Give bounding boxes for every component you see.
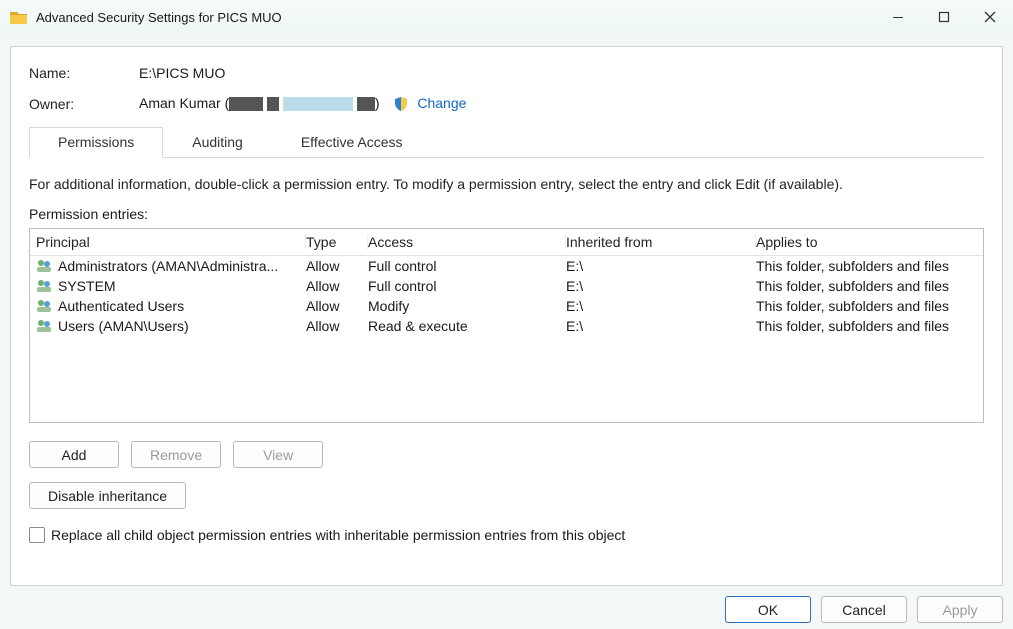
tabs: Permissions Auditing Effective Access bbox=[29, 126, 984, 158]
close-button[interactable] bbox=[967, 0, 1013, 34]
group-icon bbox=[36, 298, 52, 314]
cancel-button[interactable]: Cancel bbox=[821, 596, 907, 623]
principal: SYSTEM bbox=[58, 278, 116, 294]
table-header: Principal Type Access Inherited from App… bbox=[30, 229, 983, 256]
add-button[interactable]: Add bbox=[29, 441, 119, 468]
access: Modify bbox=[368, 298, 566, 314]
view-button[interactable]: View bbox=[233, 441, 323, 468]
minimize-button[interactable] bbox=[875, 0, 921, 34]
inherited: E:\ bbox=[566, 278, 756, 294]
maximize-button[interactable] bbox=[921, 0, 967, 34]
principal: Authenticated Users bbox=[58, 298, 184, 314]
owner-prefix: Aman Kumar ( bbox=[139, 95, 229, 111]
replace-children-label: Replace all child object permission entr… bbox=[51, 527, 625, 543]
col-inherited[interactable]: Inherited from bbox=[566, 234, 756, 250]
remove-button[interactable]: Remove bbox=[131, 441, 221, 468]
tab-effective-access[interactable]: Effective Access bbox=[272, 127, 432, 158]
permission-entries-table: Principal Type Access Inherited from App… bbox=[29, 228, 984, 423]
tab-auditing[interactable]: Auditing bbox=[163, 127, 272, 158]
dialog-footer: OK Cancel Apply bbox=[725, 596, 1003, 623]
type: Allow bbox=[306, 318, 368, 334]
change-owner-link[interactable]: Change bbox=[417, 95, 466, 111]
owner-row: Owner: Aman Kumar ( ) Change bbox=[29, 95, 984, 112]
group-icon bbox=[36, 258, 52, 274]
shield-icon bbox=[393, 96, 409, 112]
window-title: Advanced Security Settings for PICS MUO bbox=[36, 10, 282, 25]
tab-permissions[interactable]: Permissions bbox=[29, 127, 163, 158]
access: Read & execute bbox=[368, 318, 566, 334]
table-row[interactable]: SYSTEM Allow Full control E:\ This folde… bbox=[30, 276, 983, 296]
replace-children-row[interactable]: Replace all child object permission entr… bbox=[29, 527, 984, 543]
group-icon bbox=[36, 278, 52, 294]
type: Allow bbox=[306, 278, 368, 294]
principal: Administrators (AMAN\Administra... bbox=[58, 258, 278, 274]
owner-suffix: ) bbox=[375, 95, 380, 111]
inherited: E:\ bbox=[566, 318, 756, 334]
apply-button[interactable]: Apply bbox=[917, 596, 1003, 623]
applies: This folder, subfolders and files bbox=[756, 278, 977, 294]
principal: Users (AMAN\Users) bbox=[58, 318, 189, 334]
main-panel: Name: E:\PICS MUO Owner: Aman Kumar ( ) … bbox=[10, 46, 1003, 586]
help-text: For additional information, double-click… bbox=[29, 176, 984, 192]
col-type[interactable]: Type bbox=[306, 234, 368, 250]
replace-children-checkbox[interactable] bbox=[29, 527, 45, 543]
applies: This folder, subfolders and files bbox=[756, 258, 977, 274]
title-bar: Advanced Security Settings for PICS MUO bbox=[0, 0, 1013, 34]
col-applies[interactable]: Applies to bbox=[756, 234, 977, 250]
table-row[interactable]: Users (AMAN\Users) Allow Read & execute … bbox=[30, 316, 983, 336]
type: Allow bbox=[306, 258, 368, 274]
applies: This folder, subfolders and files bbox=[756, 318, 977, 334]
col-access[interactable]: Access bbox=[368, 234, 566, 250]
name-label: Name: bbox=[29, 65, 139, 81]
owner-label: Owner: bbox=[29, 96, 139, 112]
applies: This folder, subfolders and files bbox=[756, 298, 977, 314]
col-principal[interactable]: Principal bbox=[36, 234, 306, 250]
access: Full control bbox=[368, 258, 566, 274]
ok-button[interactable]: OK bbox=[725, 596, 811, 623]
entry-button-row: Add Remove View bbox=[29, 441, 984, 468]
entries-label: Permission entries: bbox=[29, 206, 984, 222]
folder-icon bbox=[10, 9, 28, 25]
name-row: Name: E:\PICS MUO bbox=[29, 65, 984, 81]
type: Allow bbox=[306, 298, 368, 314]
table-row[interactable]: Authenticated Users Allow Modify E:\ Thi… bbox=[30, 296, 983, 316]
access: Full control bbox=[368, 278, 566, 294]
table-row[interactable]: Administrators (AMAN\Administra... Allow… bbox=[30, 256, 983, 276]
name-value: E:\PICS MUO bbox=[139, 65, 225, 81]
group-icon bbox=[36, 318, 52, 334]
owner-value: Aman Kumar ( ) Change bbox=[139, 95, 466, 112]
inherited: E:\ bbox=[566, 298, 756, 314]
disable-inheritance-button[interactable]: Disable inheritance bbox=[29, 482, 186, 509]
inherited: E:\ bbox=[566, 258, 756, 274]
